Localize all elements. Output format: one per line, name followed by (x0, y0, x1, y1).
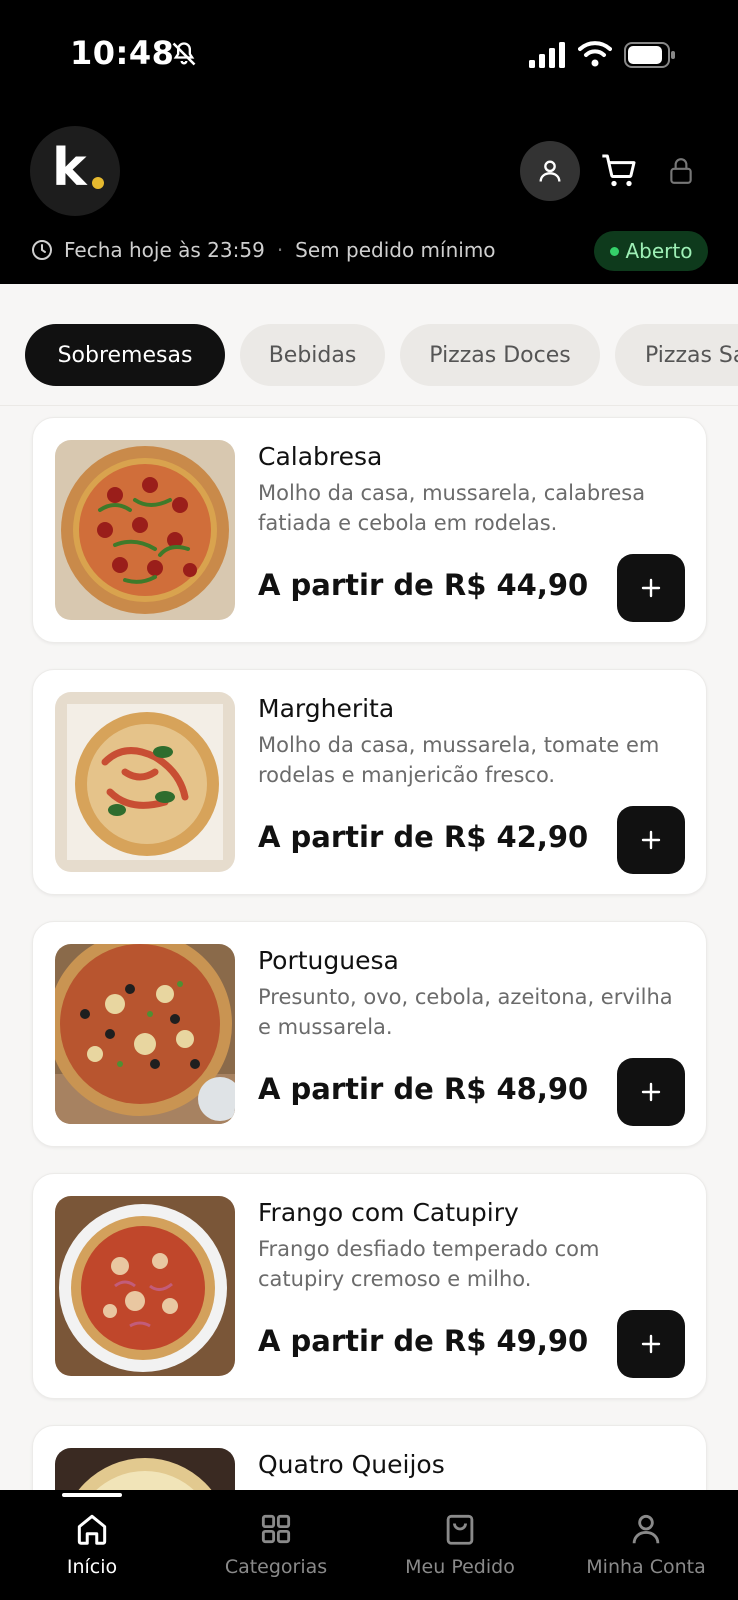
product-name: Portuguesa (258, 946, 399, 975)
category-tabs[interactable]: Sobremesas Bebidas Pizzas Doces Pizzas S… (0, 284, 738, 406)
product-description: Frango desfiado temperado com catupiry c… (258, 1237, 600, 1291)
add-to-cart-button[interactable] (617, 1310, 685, 1378)
product-card[interactable]: Calabresa Molho da casa, mussarela, cala… (32, 417, 707, 643)
tab-label: Pizzas Salgadas (645, 342, 738, 368)
home-icon (77, 1514, 107, 1545)
brand-logo[interactable]: k (30, 126, 120, 216)
bell-muted-icon (172, 42, 196, 66)
info-separator: · (276, 238, 284, 262)
plus-icon (641, 1082, 661, 1102)
logo-text: k (52, 138, 87, 198)
status-time: 10:48 (70, 34, 175, 72)
battery-icon (624, 42, 675, 68)
nav-label: Meu Pedido (405, 1556, 515, 1578)
wifi-icon (578, 41, 612, 67)
status-label: Aberto (625, 239, 693, 263)
product-price: A partir de R$ 49,90 (258, 1324, 589, 1358)
nav-label: Minha Conta (586, 1556, 706, 1578)
nav-active-indicator (62, 1493, 122, 1497)
product-name: Calabresa (258, 442, 383, 471)
cart-button[interactable] (596, 148, 642, 194)
nav-meu-pedido[interactable]: Meu Pedido (368, 1510, 552, 1590)
bag-icon (446, 1514, 474, 1545)
tab-bebidas[interactable]: Bebidas (240, 324, 385, 386)
tab-sobremesas[interactable]: Sobremesas (25, 324, 225, 386)
add-to-cart-button[interactable] (617, 1058, 685, 1126)
nav-minha-conta[interactable]: Minha Conta (554, 1510, 738, 1590)
nav-label: Início (66, 1556, 118, 1578)
product-image (55, 944, 235, 1124)
product-description: Molho da casa, mussarela, calabresa fati… (258, 481, 646, 535)
product-name: Frango com Catupiry (258, 1198, 519, 1227)
cellular-signal-icon (529, 42, 565, 68)
clock-icon (32, 240, 52, 260)
tab-label: Bebidas (268, 342, 357, 368)
product-card[interactable]: Quatro Queijos (32, 1425, 707, 1490)
lock-button[interactable] (666, 154, 696, 188)
product-image (55, 692, 235, 872)
product-price: A partir de R$ 44,90 (258, 568, 589, 602)
closing-time: Fecha hoje às 23:59 (64, 238, 265, 262)
product-name: Margherita (258, 694, 395, 723)
product-card[interactable]: Frango com Catupiry Frango desfiado temp… (32, 1173, 707, 1399)
product-image (55, 440, 235, 620)
product-name: Quatro Queijos (258, 1450, 445, 1479)
bottom-nav: Início Categorias Meu Pedido Minha Conta (0, 1490, 738, 1600)
plus-icon (641, 1334, 661, 1354)
product-card[interactable]: Margherita Molho da casa, mussarela, tom… (32, 669, 707, 895)
minimum-order: Sem pedido mínimo (295, 238, 496, 262)
product-card[interactable]: Portuguesa Presunto, ovo, cebola, azeito… (32, 921, 707, 1147)
status-badge: Aberto (594, 231, 708, 271)
product-price: A partir de R$ 48,90 (258, 1072, 589, 1106)
tab-pizzas-salgadas[interactable]: Pizzas Salgadas (615, 324, 738, 386)
nav-inicio[interactable]: Início (0, 1510, 184, 1590)
user-icon (632, 1514, 660, 1544)
nav-label: Categorias (224, 1556, 328, 1578)
plus-icon (641, 578, 661, 598)
tab-label: Sobremesas (57, 342, 193, 368)
plus-icon (641, 830, 661, 850)
logo-dot (92, 177, 104, 189)
store-info: Fecha hoje às 23:59 · Sem pedido mínimo (30, 232, 496, 268)
product-list[interactable]: Calabresa Molho da casa, mussarela, cala… (0, 406, 738, 1490)
grid-icon (261, 1514, 291, 1544)
status-dot (609, 246, 619, 256)
lock-icon (670, 158, 692, 184)
user-icon (539, 160, 561, 182)
nav-categorias[interactable]: Categorias (184, 1510, 368, 1590)
product-image (55, 1448, 235, 1490)
tab-pizzas-doces[interactable]: Pizzas Doces (400, 324, 600, 386)
product-description: Presunto, ovo, cebola, azeitona, ervilha… (258, 985, 673, 1039)
product-image (55, 1196, 235, 1376)
add-to-cart-button[interactable] (617, 806, 685, 874)
status-bar: 10:48 (0, 0, 738, 110)
product-price: A partir de R$ 42,90 (258, 820, 589, 854)
header: 10:48 k Fecha hoje às 23:59 · Sem pedido… (0, 0, 738, 284)
tab-label: Pizzas Doces (429, 342, 571, 368)
cart-icon (602, 154, 636, 187)
profile-button[interactable] (520, 141, 580, 201)
add-to-cart-button[interactable] (617, 554, 685, 622)
product-description: Molho da casa, mussarela, tomate em rode… (258, 733, 660, 787)
